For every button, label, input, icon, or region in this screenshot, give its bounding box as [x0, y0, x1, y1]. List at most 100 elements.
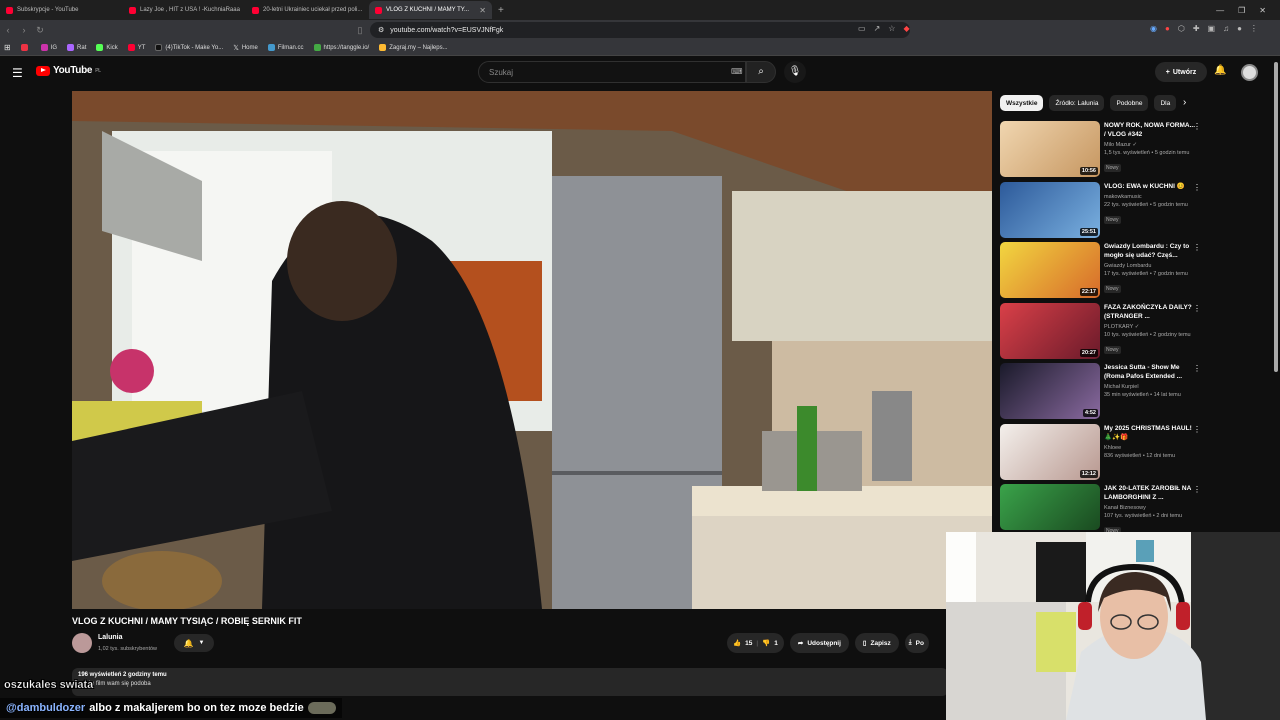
extension-icon[interactable]: ⬡ — [1178, 24, 1185, 33]
video-player[interactable] — [72, 91, 992, 609]
sidebar-icon[interactable]: ▣ — [1208, 24, 1216, 33]
extension-icon[interactable]: ● — [1165, 24, 1170, 33]
reload-icon[interactable]: ↻ — [32, 25, 48, 36]
close-tab-icon[interactable]: ✕ — [479, 6, 486, 15]
hamburger-menu-icon[interactable]: ☰ — [12, 66, 23, 80]
bookmark-item[interactable]: https://tanggle.io/ — [313, 44, 369, 51]
recommendation-channel[interactable]: makowkamusic — [1104, 194, 1196, 200]
recommendation-title[interactable]: JAK 20-LATEK ZAROBIŁ NA LAMBORGHINI Z ..… — [1104, 484, 1196, 502]
recommendation-title[interactable]: My 2025 CHRISTMAS HAUL! 🎄✨🎁 — [1104, 424, 1196, 442]
new-tab-icon[interactable]: + — [492, 5, 510, 16]
page-scrollbar[interactable] — [1274, 62, 1278, 372]
bookmark-icon[interactable]: ▯ — [352, 25, 368, 36]
create-button[interactable]: + Utwórz — [1155, 62, 1207, 82]
keyboard-icon[interactable]: ⌨ — [731, 67, 743, 76]
extension-badge-icon[interactable]: ◆ — [903, 24, 909, 33]
extensions-puzzle-icon[interactable]: ✚ — [1193, 24, 1200, 33]
recommendation-channel[interactable]: Gwiazdy Lombardu — [1104, 263, 1196, 269]
save-button[interactable]: ▯ Zapisz — [854, 633, 899, 653]
share-button[interactable]: ➦ Udostępnij — [789, 633, 849, 653]
chip-related[interactable]: Podobne — [1110, 95, 1149, 111]
recommendation-item[interactable]: 4:52 Jessica Sutta - Show Me (Roma Pafos… — [1000, 362, 1206, 423]
more-options-icon[interactable]: ⋮ — [1193, 425, 1201, 434]
browser-tab-active[interactable]: VLOG Z KUCHNI / MAMY TY... ✕ — [369, 1, 492, 19]
recommendation-item[interactable]: 25:51 VLOG: EWA w KUCHNI 😊 makowkamusic … — [1000, 181, 1206, 242]
chip-all[interactable]: Wszystkie — [1000, 95, 1044, 111]
recommendation-item[interactable]: 10:56 NOWY ROK, NOWA FORMA... / VLOG #34… — [1000, 120, 1206, 181]
account-avatar[interactable] — [1241, 64, 1258, 81]
notifications-bell-icon[interactable]: 🔔 — [1214, 65, 1226, 76]
browser-tab[interactable]: Lazy Joe , HIT z USA ! -KuchniaRaaa — [123, 1, 246, 19]
site-info-icon[interactable]: ⚙ — [378, 26, 384, 34]
recommendation-meta: 35 min wyświetleń • 14 lat temu — [1104, 392, 1181, 398]
more-options-icon[interactable]: ⋮ — [1193, 304, 1201, 313]
chevron-right-icon[interactable]: › — [1183, 97, 1186, 108]
more-options-icon[interactable]: ⋮ — [1193, 122, 1201, 131]
menu-dots-icon[interactable]: ⋮ — [1250, 24, 1258, 33]
more-options-icon[interactable]: ⋮ — [1193, 183, 1201, 192]
recommendation-title[interactable]: Jessica Sutta - Show Me (Roma Pafos Exte… — [1104, 363, 1196, 381]
chat-emote-icon — [307, 702, 336, 714]
like-button[interactable]: 👍 15 — [733, 639, 752, 648]
recommendation-title[interactable]: FAZA ZAKOŃCZYŁA DAILY? (STRANGER ... — [1104, 303, 1196, 321]
recommendation-item[interactable]: 12:12 My 2025 CHRISTMAS HAUL! 🎄✨🎁 Khloee… — [1000, 423, 1206, 484]
video-thumbnail[interactable]: 22:17 — [1000, 242, 1100, 298]
channel-avatar[interactable] — [72, 633, 92, 653]
chip-from-channel[interactable]: Źródło: Lalunia — [1049, 95, 1105, 111]
extension-icon[interactable]: ◉ — [1150, 24, 1157, 33]
description-text: ...ę że film wam się podoba — [78, 681, 151, 687]
video-thumbnail[interactable] — [1000, 484, 1100, 530]
cast-icon[interactable]: ▭ — [858, 24, 866, 33]
recommendation-channel[interactable]: Michał Kurpiel — [1104, 384, 1196, 390]
bookmark-item[interactable]: IG — [40, 44, 57, 51]
video-thumbnail[interactable]: 10:56 — [1000, 121, 1100, 177]
video-thumbnail[interactable]: 4:52 — [1000, 363, 1100, 419]
dislike-button[interactable]: 👎 1 — [762, 639, 778, 648]
maximize-icon[interactable]: ❐ — [1238, 6, 1245, 15]
forward-icon[interactable]: › — [16, 25, 32, 35]
channel-name[interactable]: Lalunia — [98, 634, 123, 641]
media-icon[interactable]: ♫ — [1223, 24, 1229, 33]
chip-for-you[interactable]: Dla — [1154, 95, 1177, 111]
search-button[interactable]: ⌕ — [746, 61, 776, 83]
recommendation-title[interactable]: NOWY ROK, NOWA FORMA... / VLOG #342 — [1104, 121, 1196, 139]
browser-tab[interactable]: Subskrypcje - YouTube — [0, 1, 123, 19]
profile-icon[interactable]: ● — [1237, 24, 1242, 33]
bookmark-item[interactable]: (4)TikTok - Make Yo... — [155, 44, 223, 51]
bookmark-item[interactable]: Zagraj.my – Najleps... — [379, 44, 448, 51]
more-options-icon[interactable]: ⋮ — [1193, 485, 1201, 494]
minimize-icon[interactable]: — — [1216, 6, 1224, 15]
recommendation-channel[interactable]: Milo Mazur ✓ — [1104, 142, 1196, 148]
apps-grid-icon[interactable]: ⊞ — [4, 43, 11, 52]
recommendation-item[interactable]: 20:27 FAZA ZAKOŃCZYŁA DAILY? (STRANGER .… — [1000, 302, 1206, 363]
description-box[interactable]: 196 wyświetleń 2 godziny temu ...ę że fi… — [72, 668, 948, 696]
video-thumbnail[interactable]: 12:12 — [1000, 423, 1100, 480]
bookmark-item[interactable] — [20, 44, 31, 51]
recommendation-title[interactable]: VLOG: EWA w KUCHNI 😊 — [1104, 182, 1196, 191]
recommendation-channel[interactable]: Khloee — [1104, 445, 1196, 451]
bookmark-item[interactable]: YT — [127, 44, 145, 51]
youtube-logo[interactable]: YouTube PL — [36, 65, 101, 76]
recommendation-title[interactable]: Gwiazdy Lombardu : Czy to mogło się udać… — [1104, 242, 1196, 260]
subscribed-button[interactable]: 🔔 ▼ — [174, 634, 214, 652]
address-bar[interactable]: ⚙ youtube.com/watch?v=EUSVJNfFgk — [370, 22, 910, 38]
more-options-icon[interactable]: ⋮ — [1193, 364, 1201, 373]
video-thumbnail[interactable]: 25:51 — [1000, 181, 1100, 238]
download-button[interactable]: ⤓ Po — [904, 633, 929, 653]
search-input[interactable]: Szukaj — [478, 61, 746, 83]
recommendation-item[interactable]: 22:17 Gwiazdy Lombardu : Czy to mogło si… — [1000, 241, 1206, 302]
back-icon[interactable]: ‹ — [0, 25, 16, 35]
bookmark-item[interactable]: Kick — [96, 44, 118, 51]
recommendation-channel[interactable]: Kanał Biznesowy — [1104, 505, 1196, 511]
share-icon[interactable]: ↗ — [874, 24, 881, 33]
browser-tab[interactable]: 20-letni Ukrainiec uciekał przed poli... — [246, 1, 369, 19]
voice-search-button[interactable]: 🎙 — [784, 61, 806, 83]
bookmark-item[interactable]: Filman.cc — [267, 44, 304, 51]
bookmark-item[interactable]: 𝕏 Home — [233, 44, 258, 52]
video-thumbnail[interactable]: 20:27 — [1000, 302, 1100, 359]
recommendation-channel[interactable]: PLOTKARY ✓ — [1104, 324, 1196, 330]
close-window-icon[interactable]: ✕ — [1259, 6, 1266, 15]
more-options-icon[interactable]: ⋮ — [1193, 243, 1201, 252]
star-icon[interactable]: ☆ — [888, 24, 895, 33]
bookmark-item[interactable]: Rat — [67, 44, 86, 51]
